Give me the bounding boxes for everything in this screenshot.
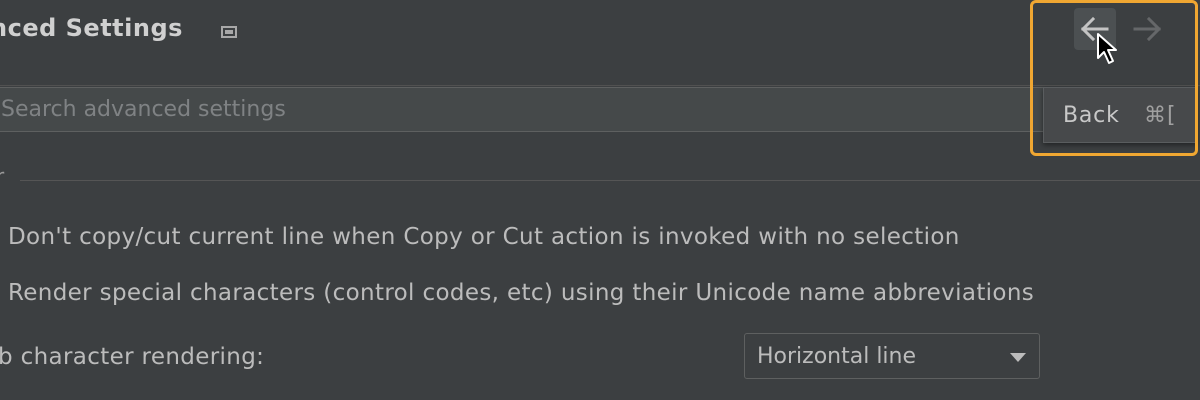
group-label: r (0, 164, 5, 188)
restore-window-icon[interactable] (221, 26, 237, 38)
search-input[interactable] (0, 88, 1195, 131)
callout-highlight (1030, 0, 1198, 156)
dropdown-selected-value: Horizontal line (757, 344, 917, 369)
header-divider (0, 85, 1200, 86)
setting-tab-rendering-label: b character rendering: (0, 344, 265, 370)
page-title: nced Settings (0, 14, 183, 42)
search-field[interactable] (0, 87, 1196, 132)
tab-rendering-dropdown[interactable]: Horizontal line (744, 333, 1040, 379)
group-divider (20, 180, 1200, 181)
setting-render-special-characters-label[interactable]: Render special characters (control codes… (8, 280, 1034, 306)
advanced-settings-page: nced Settings r Don't copy/cut current l… (0, 0, 1200, 400)
mouse-cursor-icon (1097, 33, 1117, 64)
chevron-down-icon (1010, 353, 1026, 362)
setting-no-selection-copy-label[interactable]: Don't copy/cut current line when Copy or… (8, 224, 960, 250)
